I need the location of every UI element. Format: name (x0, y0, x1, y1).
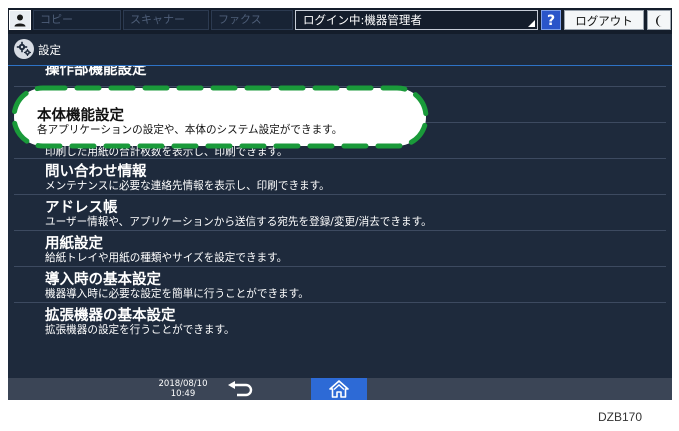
highlight-dashed-outline (11, 85, 429, 149)
figure-code: DZB170 (598, 410, 643, 424)
highlighted-item-desc: 各アプリケーションの設定や、本体のシステム設定ができます。 (37, 124, 343, 136)
